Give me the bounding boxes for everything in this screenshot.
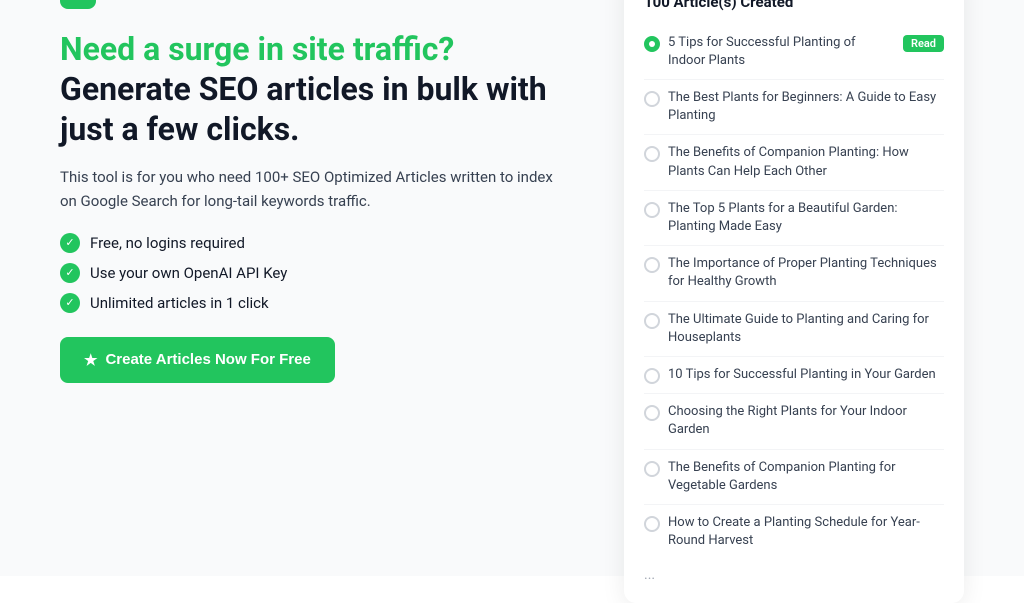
article-item-6[interactable]: The Ultimate Guide to Planting and Carin… <box>644 302 944 357</box>
articles-panel: 100 Article(s) Created 5 Tips for Succes… <box>624 0 964 603</box>
article-radio-8 <box>644 405 660 421</box>
check-icon-3: ✓ <box>60 293 80 313</box>
articles-count-header: 100 Article(s) Created <box>644 0 944 11</box>
article-title-7: 10 Tips for Successful Planting in Your … <box>668 366 944 384</box>
article-title-1: 5 Tips for Successful Planting of Indoor… <box>668 34 895 70</box>
article-radio-6 <box>644 313 660 329</box>
subtext: This tool is for you who need 100+ SEO O… <box>60 165 564 213</box>
article-item-2[interactable]: The Best Plants for Beginners: A Guide t… <box>644 80 944 135</box>
article-title-8: Choosing the Right Plants for Your Indoo… <box>668 403 944 439</box>
article-item-10[interactable]: How to Create a Planting Schedule for Ye… <box>644 505 944 559</box>
article-radio-7 <box>644 368 660 384</box>
headline-green: Need a surge in site traffic? <box>60 30 454 68</box>
article-item-9[interactable]: The Benefits of Companion Planting for V… <box>644 450 944 505</box>
article-radio-10 <box>644 516 660 532</box>
feature-label-1: Free, no logins required <box>90 234 245 252</box>
page-wrapper: ∞ BulkGenerate.com Need a surge in site … <box>0 0 1024 576</box>
article-item-3[interactable]: The Benefits of Companion Planting: How … <box>644 135 944 190</box>
article-list: 5 Tips for Successful Planting of Indoor… <box>644 25 944 560</box>
cta-button[interactable]: ★ Create Articles Now For Free <box>60 337 335 383</box>
article-radio-1 <box>644 36 660 52</box>
logo-row: ∞ BulkGenerate.com <box>60 0 564 9</box>
features-list: ✓ Free, no logins required ✓ Use your ow… <box>60 233 564 313</box>
article-item-8[interactable]: Choosing the Right Plants for Your Indoo… <box>644 394 944 449</box>
main-headline: Need a surge in site traffic? Generate S… <box>60 29 564 149</box>
feature-item-3: ✓ Unlimited articles in 1 click <box>60 293 564 313</box>
feature-label-2: Use your own OpenAI API Key <box>90 264 287 282</box>
feature-item-2: ✓ Use your own OpenAI API Key <box>60 263 564 283</box>
article-radio-2 <box>644 91 660 107</box>
article-title-10: How to Create a Planting Schedule for Ye… <box>668 514 944 550</box>
ellipsis: ... <box>644 559 944 583</box>
article-radio-5 <box>644 257 660 273</box>
article-item-4[interactable]: The Top 5 Plants for a Beautiful Garden:… <box>644 191 944 246</box>
check-icon-2: ✓ <box>60 263 80 283</box>
logo-icon: ∞ <box>60 0 96 9</box>
article-title-3: The Benefits of Companion Planting: How … <box>668 144 944 180</box>
feature-item-1: ✓ Free, no logins required <box>60 233 564 253</box>
article-item-7[interactable]: 10 Tips for Successful Planting in Your … <box>644 357 944 394</box>
article-title-4: The Top 5 Plants for a Beautiful Garden:… <box>668 200 944 236</box>
article-radio-3 <box>644 146 660 162</box>
article-title-2: The Best Plants for Beginners: A Guide t… <box>668 89 944 125</box>
article-radio-4 <box>644 202 660 218</box>
headline-black: Generate SEO articles in bulk with just … <box>60 70 547 148</box>
check-icon-1: ✓ <box>60 233 80 253</box>
article-item-1[interactable]: 5 Tips for Successful Planting of Indoor… <box>644 25 944 80</box>
feature-label-3: Unlimited articles in 1 click <box>90 294 269 312</box>
article-title-9: The Benefits of Companion Planting for V… <box>668 459 944 495</box>
article-title-5: The Importance of Proper Planting Techni… <box>668 255 944 291</box>
cta-button-label: Create Articles Now For Free <box>105 351 310 368</box>
left-panel: ∞ BulkGenerate.com Need a surge in site … <box>60 0 564 383</box>
content-area: ∞ BulkGenerate.com Need a surge in site … <box>60 0 964 603</box>
read-badge-1: Read <box>903 35 944 52</box>
article-title-6: The Ultimate Guide to Planting and Carin… <box>668 311 944 347</box>
article-item-5[interactable]: The Importance of Proper Planting Techni… <box>644 246 944 301</box>
cta-star-icon: ★ <box>84 351 97 369</box>
article-radio-9 <box>644 461 660 477</box>
